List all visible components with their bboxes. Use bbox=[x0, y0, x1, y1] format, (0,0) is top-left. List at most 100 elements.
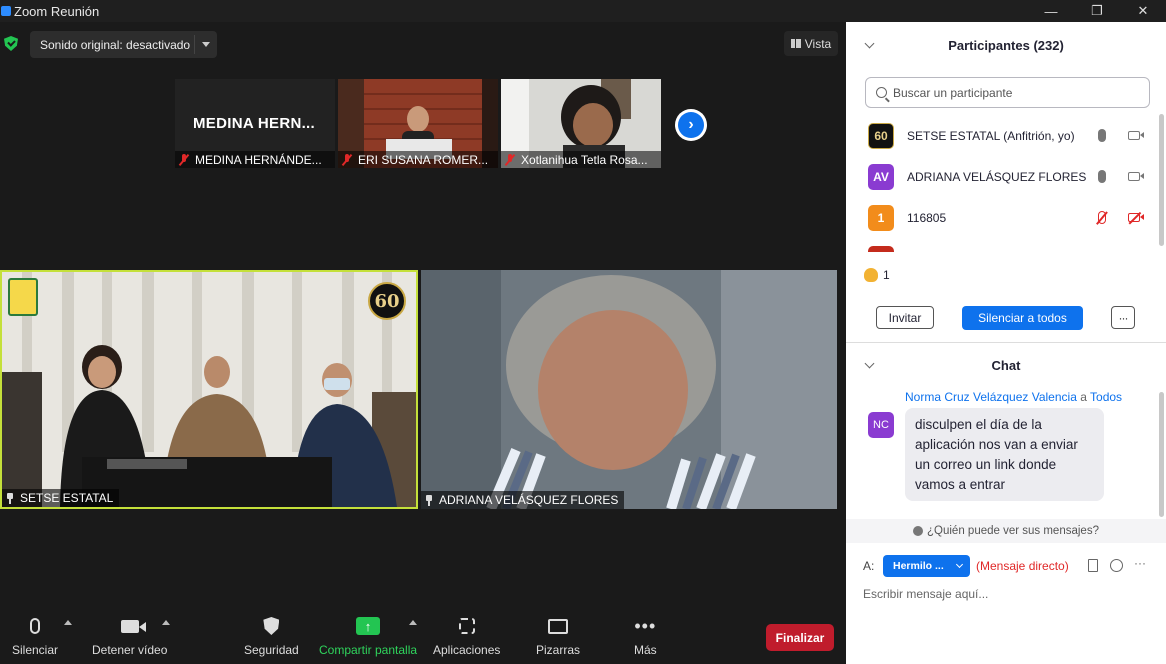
who-can-see-messages-link[interactable]: ¿Quién puede ver sus mensajes? bbox=[846, 519, 1166, 543]
invite-button[interactable]: Invitar bbox=[876, 306, 934, 329]
participant-search-input[interactable]: Buscar un participante bbox=[865, 77, 1150, 108]
security-shield-icon bbox=[263, 617, 280, 635]
original-sound-dropdown[interactable]: Sonido original: desactivado bbox=[30, 31, 217, 58]
recipient-label: A: bbox=[863, 559, 875, 573]
chat-more-icon[interactable]: ··· bbox=[1134, 556, 1146, 570]
close-button[interactable]: ✕ bbox=[1120, 0, 1166, 22]
file-icon[interactable] bbox=[1088, 559, 1098, 572]
chat-scrollbar[interactable] bbox=[1159, 392, 1164, 517]
speaker-video-feed bbox=[2, 272, 416, 507]
recipient-dropdown[interactable]: Hermilo ... bbox=[883, 555, 970, 577]
security-label: Seguridad bbox=[244, 643, 299, 657]
anniversary-badge: 60 bbox=[368, 282, 406, 320]
share-screen-button[interactable]: ↑ Compartir pantalla bbox=[319, 614, 417, 657]
chevron-right-icon: › bbox=[678, 112, 704, 138]
participant-list[interactable]: 60 SETSE ESTATAL (Anfitrión, yo) AV ADRI… bbox=[846, 115, 1156, 252]
minimize-button[interactable]: — bbox=[1028, 0, 1074, 22]
participant-list-scrollbar[interactable] bbox=[1159, 114, 1164, 246]
participant-video-feed bbox=[421, 270, 837, 509]
mic-muted-icon[interactable] bbox=[1098, 211, 1106, 224]
participant-name-bar: Xotlanihua Tetla Rosa... bbox=[501, 151, 661, 168]
video-camera-icon[interactable] bbox=[1128, 131, 1144, 140]
stop-video-label: Detener vídeo bbox=[92, 643, 168, 657]
chat-to-word: a bbox=[1080, 390, 1087, 404]
apps-button[interactable]: Aplicaciones bbox=[433, 614, 500, 657]
share-screen-label: Compartir pantalla bbox=[319, 643, 418, 657]
direct-message-label: (Mensaje directo) bbox=[976, 559, 1069, 573]
video-camera-icon[interactable] bbox=[1128, 172, 1144, 181]
pin-icon bbox=[425, 494, 433, 506]
chevron-down-icon[interactable] bbox=[202, 42, 210, 47]
stop-video-button[interactable]: Detener vídeo bbox=[92, 614, 167, 657]
chevron-down-icon bbox=[955, 560, 964, 569]
chat-header: Chat bbox=[846, 343, 1166, 387]
whiteboard-icon bbox=[548, 618, 568, 634]
participant-name-bar: SETSE ESTATAL bbox=[2, 489, 120, 507]
clapping-hands-icon bbox=[864, 268, 878, 282]
dropdown-divider bbox=[194, 35, 195, 54]
active-speaker-video[interactable]: 60 SETSE ESTATAL bbox=[0, 270, 418, 509]
who-can-see-label: ¿Quién puede ver sus mensajes? bbox=[927, 525, 1099, 537]
security-button[interactable]: Seguridad bbox=[244, 614, 299, 657]
video-off-icon[interactable] bbox=[1128, 213, 1144, 222]
emoji-icon[interactable] bbox=[1110, 559, 1123, 572]
mute-all-button[interactable]: Silenciar a todos bbox=[962, 306, 1083, 330]
participant-row[interactable]: 60 SETSE ESTATAL (Anfitrión, yo) bbox=[846, 115, 1156, 156]
participant-name: Xotlanihua Tetla Rosa... bbox=[521, 152, 648, 167]
view-label: Vista bbox=[804, 36, 832, 51]
maximize-button[interactable]: ❐ bbox=[1074, 0, 1120, 22]
share-screen-icon: ↑ bbox=[356, 617, 381, 635]
audio-options-caret-icon[interactable] bbox=[64, 620, 72, 625]
more-dots-icon: ••• bbox=[634, 616, 657, 636]
microphone-icon bbox=[30, 618, 41, 634]
whiteboards-button[interactable]: Pizarras bbox=[536, 614, 580, 657]
participants-more-button[interactable]: ··· bbox=[1111, 306, 1135, 329]
participant-thumbnail[interactable]: ERI SUSANA ROMER... bbox=[338, 79, 498, 168]
participant-name: SETSE ESTATAL bbox=[20, 491, 114, 505]
more-button[interactable]: ••• Más bbox=[634, 614, 657, 657]
participant-thumbnail[interactable]: MEDINA HERN... MEDINA HERNÁNDE... bbox=[175, 79, 335, 168]
participant-name: ERI SUSANA ROMER... bbox=[358, 152, 489, 167]
participants-title: Participantes (232) bbox=[948, 37, 1064, 53]
mic-muted-icon bbox=[505, 153, 515, 166]
participant-display-name: MEDINA HERN... bbox=[193, 115, 315, 132]
participant-row[interactable]: 1 116805 bbox=[846, 197, 1156, 238]
apps-icon bbox=[458, 618, 475, 634]
recipient-value: Hermilo ... bbox=[893, 560, 944, 572]
microphone-icon[interactable] bbox=[1098, 170, 1106, 183]
zoom-logo-icon bbox=[1, 6, 11, 16]
search-icon bbox=[876, 87, 887, 98]
participant-video[interactable]: ADRIANA VELÁSQUEZ FLORES bbox=[421, 270, 837, 509]
chat-sender-name[interactable]: Norma Cruz Velázquez Valencia bbox=[905, 390, 1077, 404]
window-controls: — ❐ ✕ bbox=[1028, 0, 1166, 22]
video-camera-icon bbox=[120, 619, 146, 633]
avatar: 60 bbox=[868, 122, 894, 149]
pin-icon bbox=[6, 492, 14, 504]
participant-thumbnail[interactable]: Xotlanihua Tetla Rosa... bbox=[501, 79, 661, 168]
reaction-count: 1 bbox=[883, 268, 890, 282]
end-meeting-button[interactable]: Finalizar bbox=[766, 624, 834, 651]
participant-actions: Invitar Silenciar a todos ··· bbox=[876, 306, 1146, 330]
participant-name-bar: ADRIANA VELÁSQUEZ FLORES bbox=[421, 491, 625, 509]
participant-name: MEDINA HERNÁNDE... bbox=[195, 152, 322, 167]
people-icon bbox=[913, 526, 924, 536]
view-button[interactable]: Vista bbox=[784, 31, 838, 56]
mic-muted-icon bbox=[342, 153, 352, 166]
video-options-caret-icon[interactable] bbox=[162, 620, 170, 625]
participant-name: ADRIANA VELÁSQUEZ FLORES bbox=[439, 493, 619, 507]
chat-message-input[interactable] bbox=[863, 585, 1143, 603]
mic-muted-icon bbox=[179, 153, 189, 166]
search-placeholder: Buscar un participante bbox=[893, 85, 1013, 100]
original-sound-label: Sonido original: desactivado bbox=[40, 37, 191, 52]
share-options-caret-icon[interactable] bbox=[409, 620, 417, 625]
collapse-chevron-icon[interactable] bbox=[864, 358, 875, 369]
encryption-shield-icon[interactable] bbox=[4, 36, 18, 51]
next-page-button[interactable]: › bbox=[675, 109, 707, 141]
microphone-icon[interactable] bbox=[1098, 129, 1106, 142]
mute-button[interactable]: Silenciar bbox=[12, 614, 58, 657]
collapse-chevron-icon[interactable] bbox=[864, 38, 875, 49]
participant-row[interactable]: AV bbox=[846, 238, 1156, 252]
participant-row[interactable]: AV ADRIANA VELÁSQUEZ FLORES bbox=[846, 156, 1156, 197]
chat-recipient[interactable]: Todos bbox=[1090, 390, 1122, 404]
participant-name: ADRIANA VELÁSQUEZ FLORES bbox=[907, 169, 1087, 184]
